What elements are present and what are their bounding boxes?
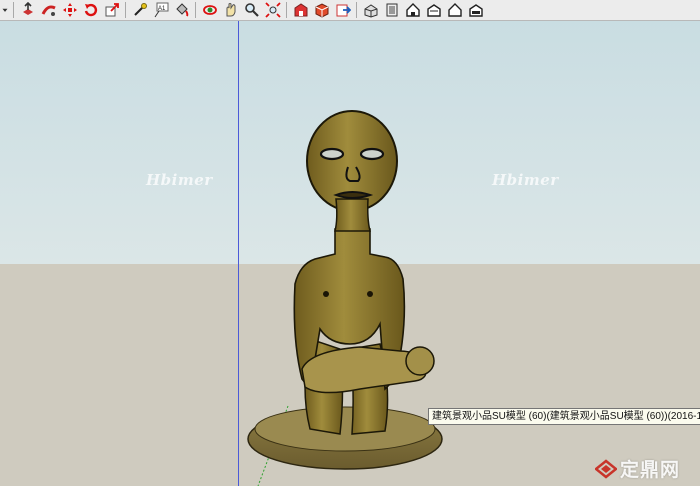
components-icon[interactable] xyxy=(311,1,332,20)
rotate-icon[interactable] xyxy=(80,1,101,20)
tape-measure-icon[interactable] xyxy=(129,1,150,20)
follow-me-icon[interactable] xyxy=(38,1,59,20)
toolbar: A1 xyxy=(0,0,700,21)
paint-bucket-icon[interactable] xyxy=(171,1,192,20)
watermark-text: Hbimer xyxy=(146,171,213,189)
right-view-icon[interactable] xyxy=(423,1,444,20)
toolbar-separator xyxy=(13,2,14,18)
scale-icon[interactable] xyxy=(101,1,122,20)
site-logo-text: 定鼎网 xyxy=(620,459,681,481)
component-tooltip: 建筑景观小品SU模型 (60)(建筑景观小品SU模型 (60))(2016-11… xyxy=(428,408,700,425)
toolbar-separator xyxy=(195,2,196,18)
toolbar-separator xyxy=(286,2,287,18)
watermark-text: Hbimer xyxy=(492,171,559,189)
zoom-extents-icon[interactable] xyxy=(262,1,283,20)
iso-view-icon[interactable] xyxy=(360,1,381,20)
back-view-icon[interactable] xyxy=(444,1,465,20)
dropdown-arrow-icon[interactable] xyxy=(0,1,10,20)
share-model-icon[interactable] xyxy=(332,1,353,20)
toolbar-separator xyxy=(125,2,126,18)
warehouse-icon[interactable] xyxy=(290,1,311,20)
zoom-icon[interactable] xyxy=(241,1,262,20)
statue-model[interactable] xyxy=(240,89,460,486)
svg-text:A1: A1 xyxy=(158,6,166,12)
toolbar-separator xyxy=(356,2,357,18)
top-view-icon[interactable] xyxy=(381,1,402,20)
orbit-icon[interactable] xyxy=(199,1,220,20)
site-logo-icon xyxy=(595,458,617,479)
model-viewport[interactable]: Hbimer Hbimer 建筑景观小品SU模型 (60)(建筑景观小品SU模型… xyxy=(0,21,700,486)
push-pull-icon[interactable] xyxy=(17,1,38,20)
move-icon[interactable] xyxy=(59,1,80,20)
pan-icon[interactable] xyxy=(220,1,241,20)
site-logo: 定鼎网 xyxy=(595,455,680,482)
front-view-icon[interactable] xyxy=(402,1,423,20)
text-icon[interactable]: A1 xyxy=(150,1,171,20)
left-view-icon[interactable] xyxy=(465,1,486,20)
